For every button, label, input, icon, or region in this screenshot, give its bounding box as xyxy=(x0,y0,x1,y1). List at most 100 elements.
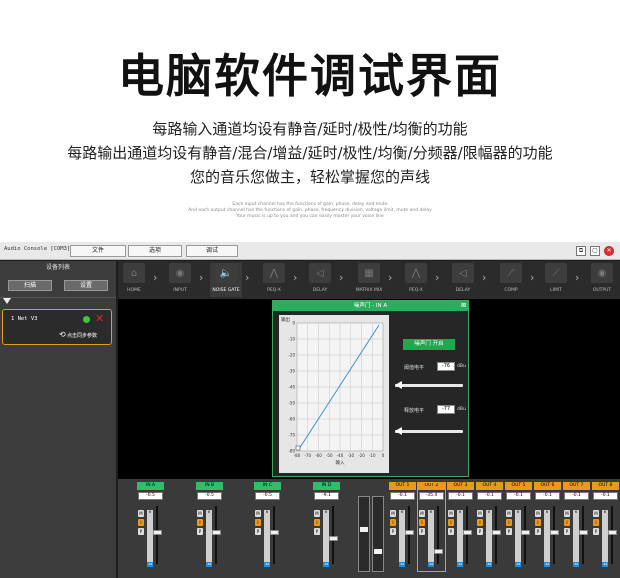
release-slider[interactable] xyxy=(395,430,463,433)
threshold-slider[interactable] xyxy=(395,384,463,387)
nav-home[interactable]: ⌂ HOME xyxy=(118,263,150,297)
nav-comp[interactable]: ⟋ COMP xyxy=(495,263,527,297)
channel-label[interactable]: OUT 8 xyxy=(592,482,619,490)
channel-gain-field[interactable]: -0.5 xyxy=(197,492,222,500)
channel-label[interactable]: IN C xyxy=(254,482,281,490)
fader-knob[interactable] xyxy=(579,530,588,536)
phase-button[interactable]: P xyxy=(564,528,570,535)
scan-button[interactable]: 扫描 xyxy=(8,280,52,291)
nav-peq-x[interactable]: ⋀ PEQ-X xyxy=(258,263,290,297)
phase-button[interactable]: P xyxy=(255,528,261,535)
nav-input[interactable]: ◉ INPUT xyxy=(164,263,196,297)
menu-debug-button[interactable]: 调试 xyxy=(186,245,238,257)
invert-button[interactable]: I xyxy=(255,519,261,526)
nav-peq-x[interactable]: ⋀ PEQ-X xyxy=(400,263,432,297)
channel-gain-field[interactable]: -0.1 xyxy=(593,492,618,500)
release-slider-knob[interactable] xyxy=(395,427,402,435)
mute-button[interactable]: M xyxy=(448,510,454,517)
channel-gain-field[interactable]: -0.1 xyxy=(448,492,473,500)
matrix-fader-right[interactable] xyxy=(372,496,384,572)
channel-gain-field[interactable]: -9.1 xyxy=(314,492,339,500)
close-icon[interactable]: ✕ xyxy=(604,246,614,256)
mute-button[interactable]: M xyxy=(138,510,144,517)
restore-icon[interactable]: ⧉ xyxy=(576,246,586,256)
phase-button[interactable]: P xyxy=(390,528,396,535)
channel-gain-field[interactable]: -0.5 xyxy=(138,492,163,500)
device-item[interactable]: 1 Net V3 ✕ ⟲ 点击同步参数 xyxy=(2,309,112,345)
invert-button[interactable]: I xyxy=(390,519,396,526)
channel-label[interactable]: IN B xyxy=(196,482,223,490)
phase-button[interactable]: P xyxy=(593,528,599,535)
channel-label[interactable]: IN A xyxy=(137,482,164,490)
invert-button[interactable]: I xyxy=(138,519,144,526)
threshold-slider-knob[interactable] xyxy=(395,381,402,389)
invert-button[interactable]: I xyxy=(448,519,454,526)
collapse-triangle-icon[interactable] xyxy=(3,298,11,304)
channel-label[interactable]: OUT 6 xyxy=(534,482,561,490)
matrix-fader-left[interactable] xyxy=(358,496,370,572)
fader-knob[interactable] xyxy=(270,530,279,536)
invert-button[interactable]: I xyxy=(564,519,570,526)
phase-button[interactable]: P xyxy=(448,528,454,535)
channel-label[interactable]: IN D xyxy=(313,482,340,490)
mute-button[interactable]: M xyxy=(197,510,203,517)
channel-gain-field[interactable]: -0.1 xyxy=(535,492,560,500)
phase-button[interactable]: P xyxy=(477,528,483,535)
maximize-icon[interactable]: ▢ xyxy=(590,246,600,256)
channel-gain-field[interactable]: -0.1 xyxy=(564,492,589,500)
release-input[interactable]: -77 xyxy=(437,405,455,414)
nav-output[interactable]: ◉ OUTPUT xyxy=(586,263,618,297)
dialog-close-icon[interactable]: ⊠ xyxy=(461,302,466,310)
fader-knob[interactable] xyxy=(521,530,530,536)
invert-button[interactable]: I xyxy=(477,519,483,526)
phase-button[interactable]: P xyxy=(506,528,512,535)
invert-button[interactable]: I xyxy=(506,519,512,526)
channel-gain-field[interactable]: -0.1 xyxy=(477,492,502,500)
nav-delay[interactable]: ◁ DELAY xyxy=(447,263,479,297)
channel-label[interactable]: OUT 1 xyxy=(389,482,416,490)
fader-knob[interactable] xyxy=(492,530,501,536)
channel-gain-field[interactable]: -0.1 xyxy=(506,492,531,500)
nav-delay[interactable]: ◁ DELAY xyxy=(304,263,336,297)
settings-button[interactable]: 设置 xyxy=(64,280,108,291)
invert-button[interactable]: I xyxy=(197,519,203,526)
invert-button[interactable]: I xyxy=(535,519,541,526)
channel-gain-field[interactable]: -0.5 xyxy=(255,492,280,500)
fader-knob[interactable] xyxy=(608,530,617,536)
nav-limit[interactable]: ⟋ LIMIT xyxy=(540,263,572,297)
mute-button[interactable]: M xyxy=(593,510,599,517)
sync-icon[interactable]: ⟲ xyxy=(59,330,66,339)
phase-button[interactable]: P xyxy=(138,528,144,535)
phase-button[interactable]: P xyxy=(197,528,203,535)
invert-button[interactable]: I xyxy=(314,519,320,526)
channel-label[interactable]: OUT 5 xyxy=(505,482,532,490)
mute-button[interactable]: M xyxy=(506,510,512,517)
phase-button[interactable]: P xyxy=(314,528,320,535)
remove-device-icon[interactable]: ✕ xyxy=(95,312,104,325)
fader-knob[interactable] xyxy=(329,535,338,541)
phase-button[interactable]: P xyxy=(535,528,541,535)
nav-noise-gate[interactable]: 🔈 NOISE GATE xyxy=(210,263,242,297)
channel-label[interactable]: OUT 3 xyxy=(447,482,474,490)
menu-options-button[interactable]: 选项 xyxy=(128,245,182,257)
mute-button[interactable]: M xyxy=(564,510,570,517)
threshold-input[interactable]: -76 xyxy=(437,362,455,371)
gate-toggle-button[interactable]: 噪声门 开启 xyxy=(403,339,455,350)
invert-button[interactable]: I xyxy=(593,519,599,526)
mute-button[interactable]: M xyxy=(390,510,396,517)
mute-button[interactable]: M xyxy=(477,510,483,517)
channel-label[interactable]: OUT 4 xyxy=(476,482,503,490)
channel-gain-field[interactable]: -0.1 xyxy=(390,492,415,500)
channel-label[interactable]: OUT 7 xyxy=(563,482,590,490)
mute-button[interactable]: M xyxy=(255,510,261,517)
nav-matrix-mix[interactable]: ▦ MATRIX MIX xyxy=(353,263,385,297)
fader-knob[interactable] xyxy=(463,530,472,536)
mute-button[interactable]: M xyxy=(314,510,320,517)
fader-knob[interactable] xyxy=(153,530,162,536)
mute-button[interactable]: M xyxy=(535,510,541,517)
fader-knob[interactable] xyxy=(405,530,414,536)
sync-label[interactable]: 点击同步参数 xyxy=(67,332,97,339)
menu-file-button[interactable]: 文件 xyxy=(70,245,126,257)
fader-knob[interactable] xyxy=(550,530,559,536)
fader-knob[interactable] xyxy=(212,530,221,536)
